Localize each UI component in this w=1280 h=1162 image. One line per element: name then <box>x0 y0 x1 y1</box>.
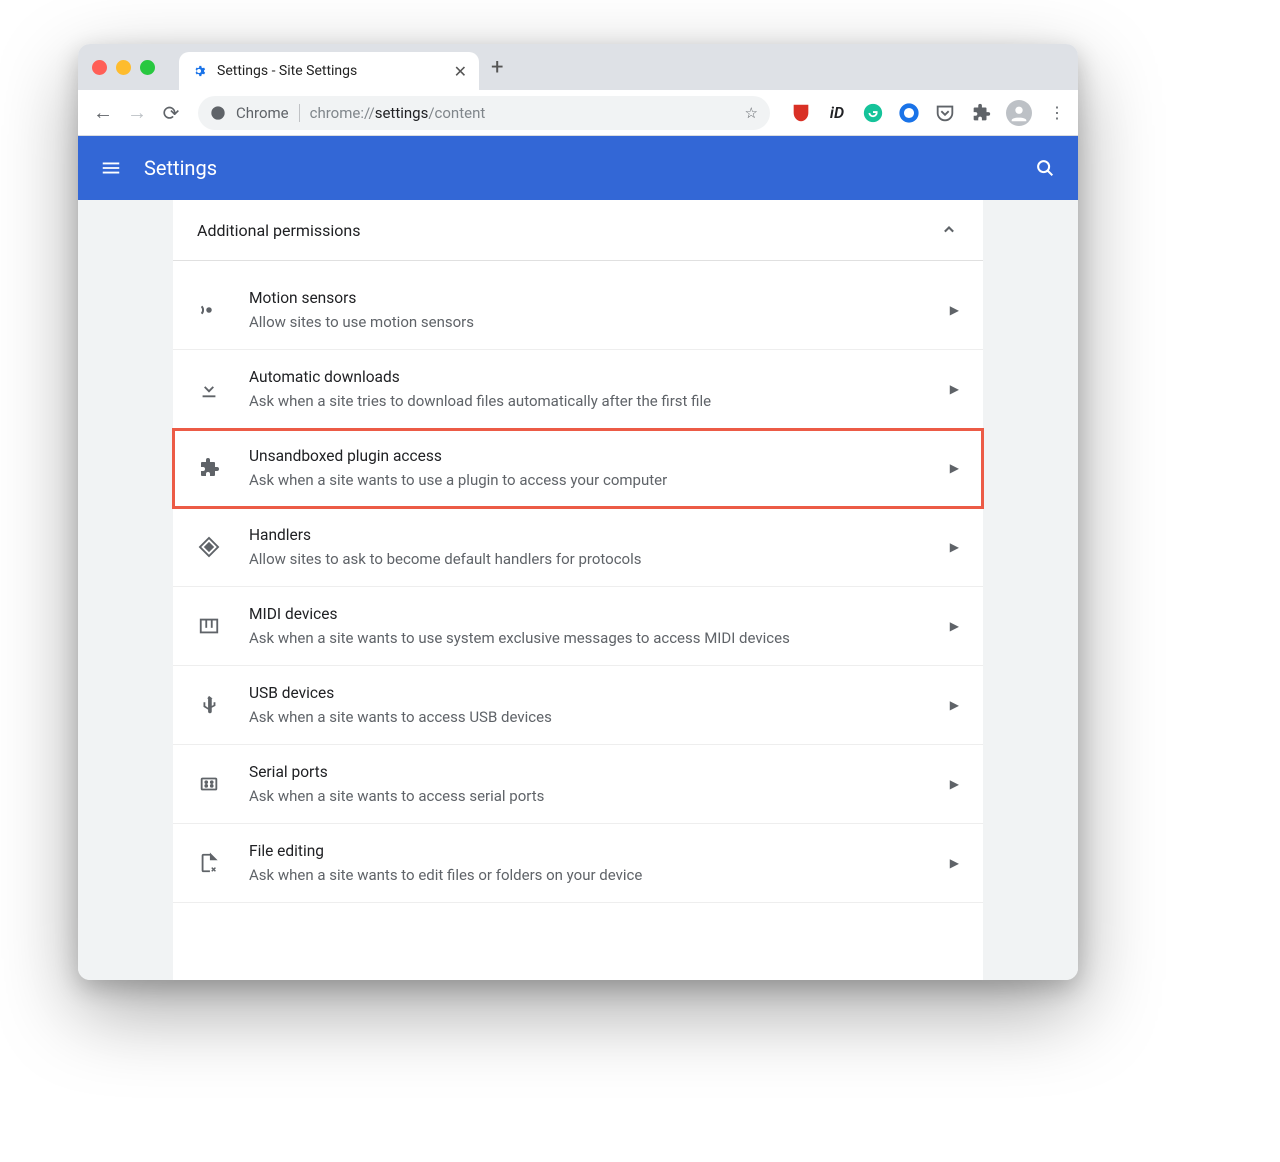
permissions-list: Motion sensors Allow sites to use motion … <box>173 261 983 903</box>
chevron-right-icon: ▶ <box>950 461 959 475</box>
permissions-card: Additional permissions Motion sensors All… <box>173 200 983 980</box>
permission-subtitle: Ask when a site wants to use a plugin to… <box>249 471 938 489</box>
chevron-right-icon: ▶ <box>950 777 959 791</box>
permission-texts: Unsandboxed plugin access Ask when a site… <box>249 447 938 489</box>
new-tab-button[interactable]: + <box>491 55 503 80</box>
chevron-up-icon <box>939 220 959 240</box>
extension-icons: iD ⋮ <box>790 100 1068 126</box>
permission-title: Serial ports <box>249 763 938 781</box>
permission-subtitle: Ask when a site wants to edit files or f… <box>249 866 938 884</box>
permission-texts: Motion sensors Allow sites to use motion … <box>249 289 938 331</box>
address-bar[interactable]: Chrome chrome://settings/content ☆ <box>198 96 770 130</box>
pocket-icon[interactable] <box>934 102 956 124</box>
content-area: Additional permissions Motion sensors All… <box>78 200 1078 980</box>
close-window-button[interactable] <box>92 60 107 75</box>
tab-title: Settings - Site Settings <box>217 63 444 79</box>
chevron-right-icon: ▶ <box>950 540 959 554</box>
permission-row-automatic-downloads[interactable]: Automatic downloads Ask when a site tries… <box>173 350 983 429</box>
permission-subtitle: Ask when a site tries to download files … <box>249 392 938 410</box>
permission-title: Unsandboxed plugin access <box>249 447 938 465</box>
hamburger-menu-icon[interactable] <box>100 157 122 179</box>
section-title: Additional permissions <box>197 221 360 240</box>
download-icon <box>197 377 221 401</box>
permission-row-motion-sensors[interactable]: Motion sensors Allow sites to use motion … <box>173 261 983 350</box>
back-button[interactable]: ← <box>88 100 118 125</box>
midi-icon <box>197 614 221 638</box>
forward-button[interactable]: → <box>122 100 152 125</box>
permission-title: Automatic downloads <box>249 368 938 386</box>
permission-title: MIDI devices <box>249 605 938 623</box>
extensions-puzzle-icon[interactable] <box>970 102 992 124</box>
permission-texts: Handlers Allow sites to ask to become def… <box>249 526 938 568</box>
chevron-right-icon: ▶ <box>950 382 959 396</box>
permission-subtitle: Allow sites to use motion sensors <box>249 313 938 331</box>
permission-texts: MIDI devices Ask when a site wants to use… <box>249 605 938 647</box>
motion-sensors-icon <box>197 298 221 322</box>
permission-row-usb-devices[interactable]: USB devices Ask when a site wants to acce… <box>173 666 983 745</box>
serial-icon <box>197 772 221 796</box>
browser-tab[interactable]: Settings - Site Settings ✕ <box>179 52 479 90</box>
origin-label: Chrome <box>236 104 289 122</box>
omnibox-separator <box>299 104 300 122</box>
permission-row-handlers[interactable]: Handlers Allow sites to ask to become def… <box>173 508 983 587</box>
permission-row-midi-devices[interactable]: MIDI devices Ask when a site wants to use… <box>173 587 983 666</box>
search-icon[interactable] <box>1034 157 1056 179</box>
chrome-lock-icon <box>210 105 226 121</box>
ublock-icon[interactable] <box>790 102 812 124</box>
permission-subtitle: Ask when a site wants to access USB devi… <box>249 708 938 726</box>
titlebar: Settings - Site Settings ✕ + <box>78 44 1078 90</box>
url-text: chrome://settings/content <box>310 104 486 122</box>
chevron-right-icon: ▶ <box>950 619 959 633</box>
settings-title: Settings <box>144 156 217 180</box>
extension-ring-icon[interactable] <box>898 102 920 124</box>
window-controls <box>92 60 155 75</box>
minimize-window-button[interactable] <box>116 60 131 75</box>
settings-header: Settings <box>78 136 1078 200</box>
permission-row-unsandboxed-plugin-access[interactable]: Unsandboxed plugin access Ask when a site… <box>173 429 983 508</box>
grammarly-icon[interactable] <box>862 102 884 124</box>
close-tab-button[interactable]: ✕ <box>454 62 467 81</box>
browser-window: Settings - Site Settings ✕ + ← → ⟳ Chrom… <box>78 44 1078 980</box>
chevron-right-icon: ▶ <box>950 698 959 712</box>
reload-button[interactable]: ⟳ <box>156 101 186 125</box>
permission-texts: File editing Ask when a site wants to edi… <box>249 842 938 884</box>
permission-row-file-editing[interactable]: File editing Ask when a site wants to edi… <box>173 824 983 903</box>
usb-icon <box>197 693 221 717</box>
permission-subtitle: Ask when a site wants to access serial p… <box>249 787 938 805</box>
profile-avatar[interactable] <box>1006 100 1032 126</box>
permission-texts: Automatic downloads Ask when a site tries… <box>249 368 938 410</box>
permission-subtitle: Ask when a site wants to use system excl… <box>249 629 938 647</box>
handlers-icon <box>197 535 221 559</box>
plugin-icon <box>197 456 221 480</box>
permission-title: File editing <box>249 842 938 860</box>
kebab-menu-icon[interactable]: ⋮ <box>1046 102 1068 124</box>
permission-title: Motion sensors <box>249 289 938 307</box>
permission-row-serial-ports[interactable]: Serial ports Ask when a site wants to acc… <box>173 745 983 824</box>
bookmark-star-icon[interactable]: ☆ <box>745 104 758 122</box>
extension-id-icon[interactable]: iD <box>826 102 848 124</box>
chevron-right-icon: ▶ <box>950 856 959 870</box>
browser-toolbar: ← → ⟳ Chrome chrome://settings/content ☆… <box>78 90 1078 136</box>
chevron-right-icon: ▶ <box>950 303 959 317</box>
file-edit-icon <box>197 851 221 875</box>
permission-subtitle: Allow sites to ask to become default han… <box>249 550 938 568</box>
permission-title: USB devices <box>249 684 938 702</box>
gear-icon <box>191 63 207 79</box>
additional-permissions-header[interactable]: Additional permissions <box>173 200 983 261</box>
permission-title: Handlers <box>249 526 938 544</box>
permission-texts: USB devices Ask when a site wants to acce… <box>249 684 938 726</box>
permission-texts: Serial ports Ask when a site wants to acc… <box>249 763 938 805</box>
maximize-window-button[interactable] <box>140 60 155 75</box>
